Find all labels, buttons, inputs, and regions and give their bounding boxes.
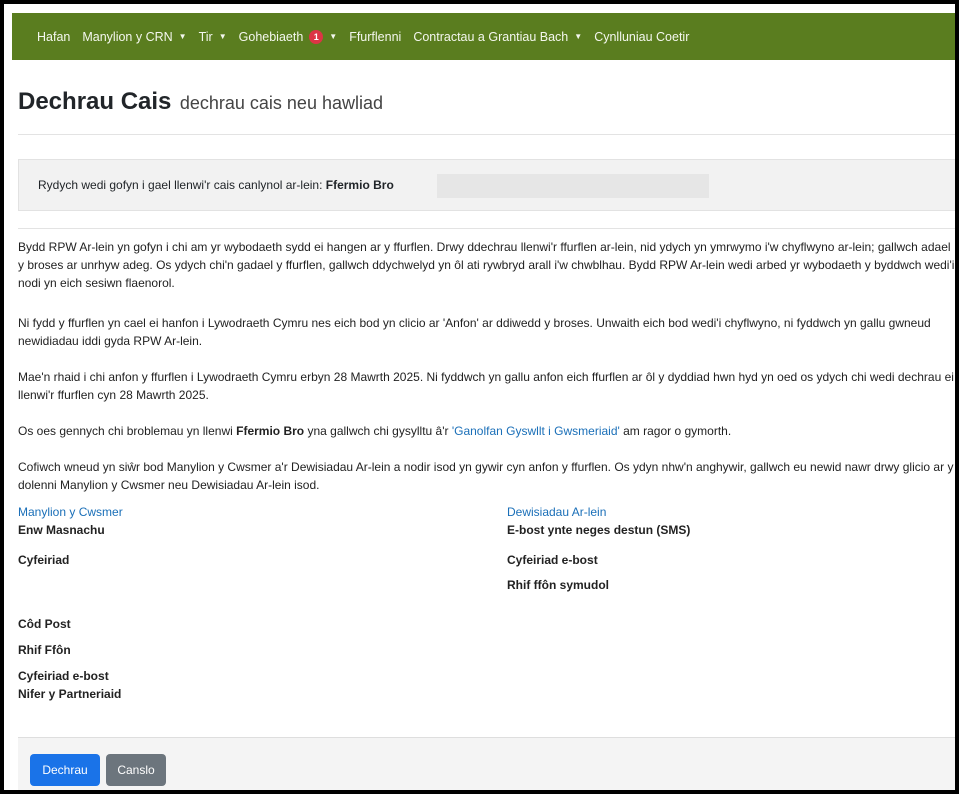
customer-details-link[interactable]: Manylion y Cwsmer — [18, 505, 123, 519]
contact-centre-link[interactable]: 'Ganolfan Gyswllt i Gwsmeriaid' — [452, 424, 620, 438]
nav-home[interactable]: Hafan — [37, 30, 70, 44]
page-subtitle: dechrau cais neu hawliad — [179, 93, 383, 113]
nav-contracts-grants[interactable]: Contractau a Grantiau Bach ▼ — [413, 30, 582, 44]
address-label: Cyfeiriad — [18, 553, 70, 567]
page-title: Dechrau Cais dechrau cais neu hawliad — [18, 88, 383, 116]
postcode-label: Côd Post — [18, 617, 71, 631]
nav-land[interactable]: Tir ▼ — [199, 30, 227, 44]
nav-woodland-schemes[interactable]: Cynlluniau Coetir — [594, 30, 689, 44]
email-label: Cyfeiriad e-bost — [18, 669, 109, 683]
trading-name-label: Enw Masnachu — [18, 523, 105, 537]
page-frame: Hafan Manylion y CRN ▼ Tir ▼ Gohebiaeth 1 ▼ … — [0, 0, 959, 794]
nav-crn-details[interactable]: Manylion y CRN ▼ — [82, 30, 186, 44]
submission-paragraph: Ni fydd y ffurflen yn cael ei hanfon i L… — [18, 316, 931, 348]
deadline-paragraph: Mae'n rhaid i chi anfon y ffurflen i Lyw… — [18, 370, 954, 402]
online-preferences-link[interactable]: Dewisiadau Ar-lein — [507, 505, 606, 519]
check-details-paragraph: Cofiwch wneud yn siŵr bod Manylion y Cws… — [18, 460, 954, 492]
chevron-down-icon: ▼ — [574, 32, 583, 41]
info-alert: Rydych wedi gofyn i gael llenwi'r cais c… — [18, 159, 955, 211]
notification-badge: 1 — [309, 29, 324, 44]
divider — [18, 228, 955, 229]
top-navbar: Hafan Manylion y CRN ▼ Tir ▼ Gohebiaeth 1 ▼ … — [12, 13, 955, 60]
mobile-label: Rhif ffôn symudol — [507, 578, 609, 592]
nav-correspondence[interactable]: Gohebiaeth 1 ▼ — [239, 29, 338, 44]
sms-preference-label: E-bost ynte neges destun (SMS) — [507, 523, 691, 537]
chevron-down-icon: ▼ — [329, 32, 338, 41]
partners-label: Nifer y Partneriaid — [18, 687, 122, 701]
intro-paragraph: Bydd RPW Ar-lein yn gofyn i chi am yr wy… — [18, 240, 955, 290]
alert-text: Rydych wedi gofyn i gael llenwi'r cais c… — [38, 178, 394, 192]
action-bar: Dechrau Canslo — [18, 737, 955, 790]
online-email-label: Cyfeiriad e-bost — [507, 553, 598, 567]
chevron-down-icon: ▼ — [218, 32, 227, 41]
nav-forms[interactable]: Ffurflenni — [349, 30, 401, 44]
start-button[interactable]: Dechrau — [30, 754, 100, 786]
page-title-main: Dechrau Cais — [18, 88, 172, 115]
help-paragraph: Os oes gennych chi broblemau yn llenwi F… — [18, 424, 732, 438]
divider — [18, 134, 955, 135]
chevron-down-icon: ▼ — [178, 32, 187, 41]
phone-label: Rhif Ffôn — [18, 643, 71, 657]
cancel-button[interactable]: Canslo — [106, 754, 166, 786]
redacted-area — [437, 174, 709, 198]
alert-form-name: Ffermio Bro — [325, 178, 394, 192]
